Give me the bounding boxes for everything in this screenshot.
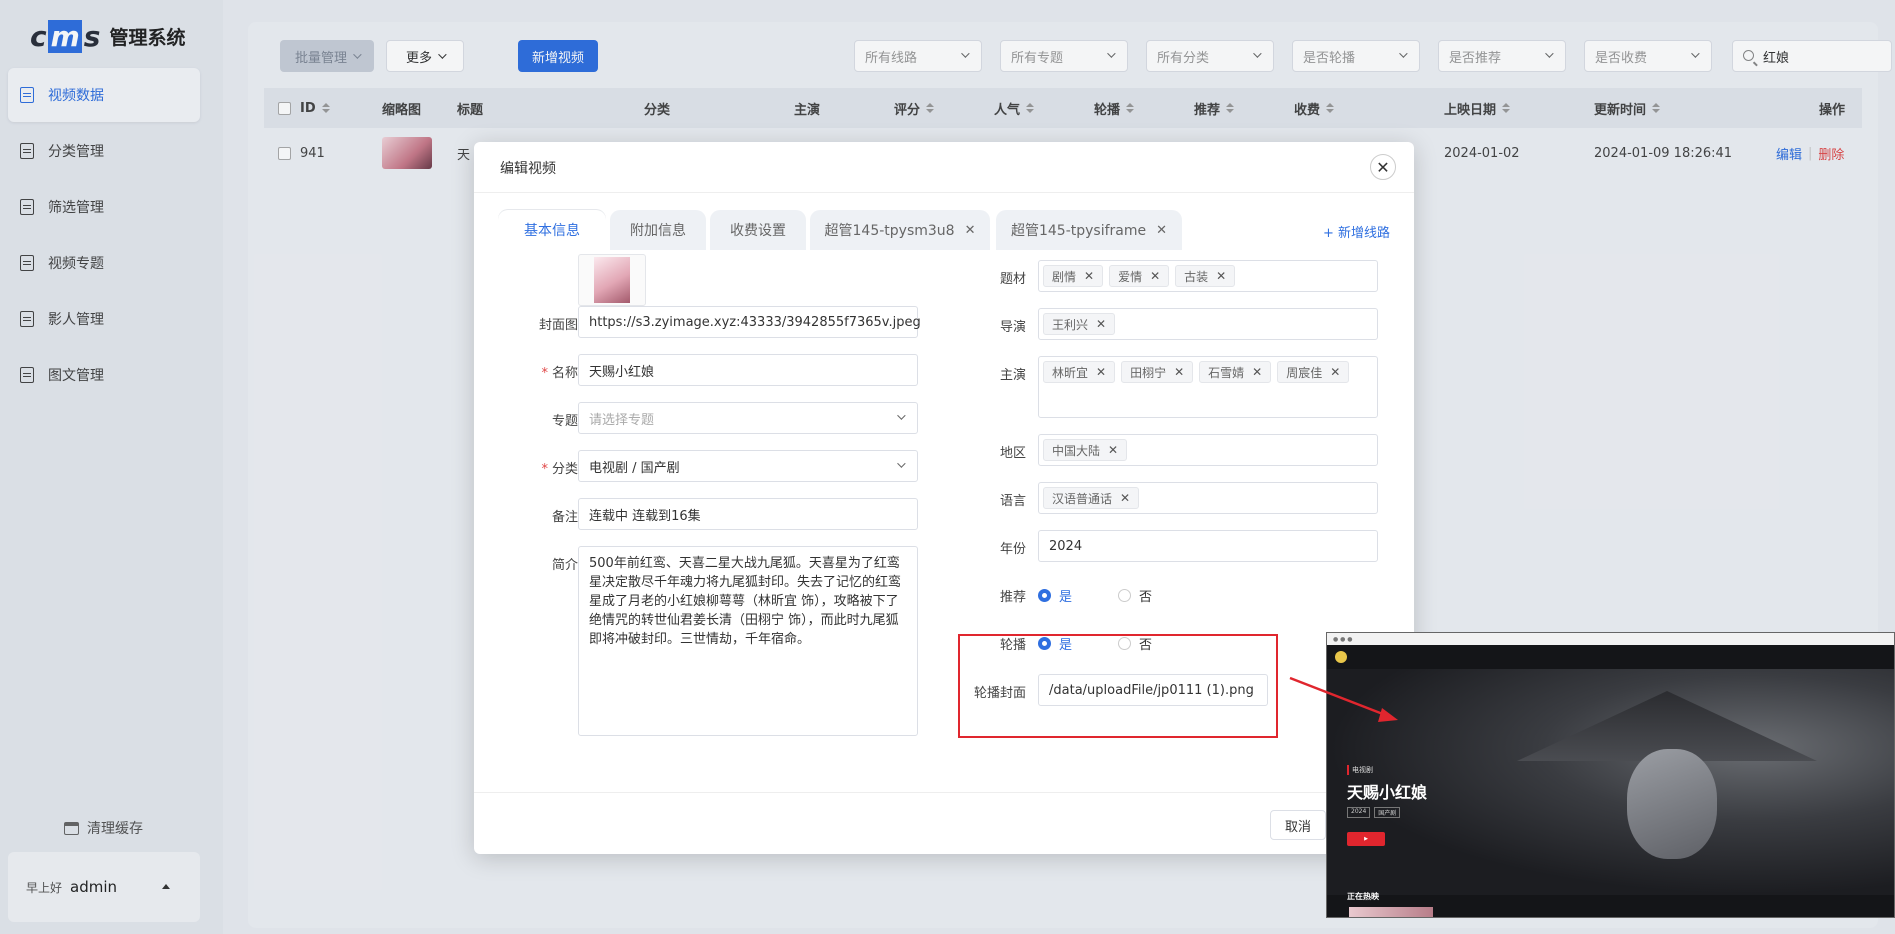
preview-nav xyxy=(1327,645,1894,669)
cover-preview[interactable] xyxy=(578,254,646,306)
preview-logo-icon xyxy=(1335,651,1347,663)
category-select[interactable]: 电视剧 / 国产剧 xyxy=(578,450,918,482)
placeholder: 请选择专题 xyxy=(589,412,655,428)
close-icon[interactable]: ✕ xyxy=(1174,365,1184,379)
close-icon[interactable]: ✕ xyxy=(1252,365,1262,379)
chevron-down-icon xyxy=(897,411,906,420)
tag: 王利兴 ✕ xyxy=(1043,313,1116,335)
play-button: ▶ xyxy=(1347,832,1385,846)
close-icon[interactable]: ✕ xyxy=(1150,269,1160,283)
field-label: 地区 xyxy=(999,446,1026,461)
hero-category: 电视剧 xyxy=(1347,765,1427,775)
field-label: 推荐 xyxy=(999,590,1026,605)
hero-title: 天赐小红娘 xyxy=(1347,783,1428,802)
cancel-button[interactable]: 取消 xyxy=(1270,810,1326,840)
tab-route-iframe[interactable]: 超管145-tpysiframe ✕ xyxy=(996,210,1182,250)
close-icon[interactable]: ✕ xyxy=(1108,443,1118,457)
close-icon[interactable]: ✕ xyxy=(1330,365,1340,379)
tab-label: 超管145-tpysiframe xyxy=(1010,223,1147,239)
field-label: 封面图 xyxy=(538,318,578,333)
tab-basic-info[interactable]: 基本信息 xyxy=(498,210,606,250)
tab-label: 超管145-tpysm3u8 xyxy=(824,223,955,239)
close-icon[interactable]: ✕ xyxy=(1084,269,1094,283)
language-tags[interactable]: 汉语普通话 ✕ xyxy=(1038,482,1378,514)
chevron-down-icon xyxy=(897,459,906,468)
add-route-button[interactable]: + 新增线路 xyxy=(1323,222,1390,241)
close-icon[interactable]: ✕ xyxy=(1156,223,1167,238)
field-label: 题材 xyxy=(999,272,1026,287)
director-tags[interactable]: 王利兴 ✕ xyxy=(1038,308,1378,340)
tag: 周宸佳 ✕ xyxy=(1277,361,1350,383)
tab-label: 基本信息 xyxy=(524,223,580,239)
field-label: 导演 xyxy=(999,320,1026,335)
tab-extra-info[interactable]: 附加信息 xyxy=(610,210,706,250)
cancel-label: 取消 xyxy=(1284,819,1311,835)
edit-video-modal: 编辑视频 ✕ 基本信息 附加信息 收费设置 超管145-tpysm3u8 ✕ 超管… xyxy=(474,142,1414,854)
close-icon[interactable]: ✕ xyxy=(965,223,976,238)
recommend-radio-group: 是 否 xyxy=(1038,586,1152,605)
tag: 汉语普通话 ✕ xyxy=(1043,487,1140,509)
input-value: 电视剧 / 国产剧 xyxy=(589,460,680,476)
close-icon[interactable]: ✕ xyxy=(1216,269,1226,283)
tab-label: 附加信息 xyxy=(630,223,686,239)
close-icon: ✕ xyxy=(1376,157,1390,177)
tag: 剧情 ✕ xyxy=(1043,265,1104,287)
intro-textarea[interactable]: 500年前红鸾、天喜二星大战九尾狐。天喜星为了红鸾星决定散尽千年魂力将九尾狐封印… xyxy=(578,546,918,736)
tag: 田栩宁 ✕ xyxy=(1121,361,1194,383)
recommend-yes-radio[interactable] xyxy=(1038,589,1051,602)
input-value: https://s3.zyimage.xyz:43333/3942855f736… xyxy=(589,314,921,330)
close-icon[interactable]: ✕ xyxy=(1096,365,1106,379)
textarea-value: 500年前红鸾、天喜二星大战九尾狐。天喜星为了红鸾星决定散尽千年魂力将九尾狐封印… xyxy=(589,556,902,647)
modal-tabs: 基本信息 附加信息 收费设置 超管145-tpysm3u8 ✕ 超管145-tpy… xyxy=(498,210,1390,250)
field-label: * 分类 xyxy=(541,462,578,477)
tab-route-m3u8[interactable]: 超管145-tpysm3u8 ✕ xyxy=(810,210,990,250)
preview-hero: 电视剧 天赐小红娘 2024 国产剧 ▶ xyxy=(1327,669,1894,895)
input-value: 2024 xyxy=(1049,538,1083,554)
radio-label: 是 xyxy=(1059,590,1073,605)
hero-art xyxy=(1627,749,1717,859)
region-tags[interactable]: 中国大陆 ✕ xyxy=(1038,434,1378,466)
tag: 石雪婧 ✕ xyxy=(1199,361,1272,383)
input-value: 连载中 连载到16集 xyxy=(589,508,701,524)
year-input[interactable]: 2024 xyxy=(1038,530,1378,562)
cover-url-input[interactable]: https://s3.zyimage.xyz:43333/3942855f736… xyxy=(578,306,921,338)
divider xyxy=(474,792,1414,793)
tag: 林昕宜 ✕ xyxy=(1043,361,1116,383)
cast-tags[interactable]: 林昕宜 ✕ 田栩宁 ✕ 石雪婧 ✕ 周宸佳 ✕ xyxy=(1038,356,1378,418)
close-icon[interactable]: ✕ xyxy=(1120,491,1130,505)
field-label: 年份 xyxy=(999,542,1026,557)
divider xyxy=(474,192,1414,193)
input-value: 天赐小红娘 xyxy=(589,364,655,380)
topic-select[interactable]: 请选择专题 xyxy=(578,402,918,434)
close-icon[interactable]: ✕ xyxy=(1096,317,1106,331)
tab-fee-settings[interactable]: 收费设置 xyxy=(710,210,806,250)
preview-card xyxy=(1349,907,1433,917)
modal-title: 编辑视频 xyxy=(500,161,556,177)
radio-label: 否 xyxy=(1139,590,1153,605)
preview-section-title: 正在热映 xyxy=(1347,892,1379,901)
tag: 古装 ✕ xyxy=(1175,265,1236,287)
hero-meta: 2024 国产剧 xyxy=(1347,807,1427,818)
tag: 中国大陆 ✕ xyxy=(1043,439,1128,461)
field-label: 专题 xyxy=(551,414,578,429)
annotation-highlight-box xyxy=(958,634,1278,738)
hero-text: 电视剧 天赐小红娘 2024 国产剧 ▶ xyxy=(1347,765,1427,846)
note-input[interactable]: 连载中 连载到16集 xyxy=(578,498,918,530)
browser-chrome: ● ● ● xyxy=(1327,633,1894,645)
field-label: 主演 xyxy=(999,368,1026,383)
recommend-no-radio[interactable] xyxy=(1118,589,1132,602)
site-preview-screenshot: ● ● ● 电视剧 天赐小红娘 2024 国产剧 ▶ 正在热映 xyxy=(1326,632,1895,918)
field-label: * 名称 xyxy=(541,366,578,381)
genre-tags[interactable]: 剧情 ✕ 爱情 ✕ 古装 ✕ xyxy=(1038,260,1378,292)
field-label: 备注 xyxy=(551,510,578,525)
tab-label: 收费设置 xyxy=(730,223,786,239)
field-label: 语言 xyxy=(999,494,1026,509)
field-label: 简介 xyxy=(551,558,578,573)
close-button[interactable]: ✕ xyxy=(1370,154,1396,180)
tag: 爱情 ✕ xyxy=(1109,265,1170,287)
name-input[interactable]: 天赐小红娘 xyxy=(578,354,918,386)
